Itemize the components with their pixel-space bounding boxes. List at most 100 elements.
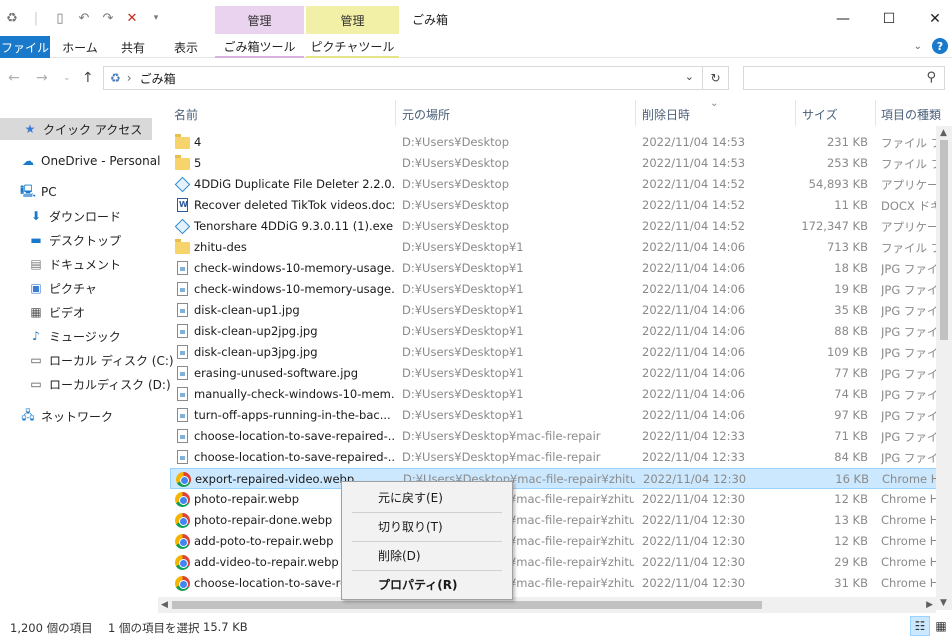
scroll-right-icon[interactable]: ▶ (926, 600, 933, 610)
column-location[interactable]: 元の場所 (402, 106, 450, 123)
table-row[interactable]: choose-location-to-save-repaired-... D:¥U… (170, 447, 952, 468)
nav-label: ネットワーク (41, 409, 114, 424)
table-row[interactable]: disk-clean-up1.jpg D:¥Users¥Desktop¥1 2022… (170, 300, 952, 321)
table-row[interactable]: photo-repair.webp D:¥Users¥Desktop¥mac-fi… (170, 489, 952, 510)
table-row[interactable]: choose-location-to-save-repaired-... D:¥U… (170, 426, 952, 447)
tab-home[interactable]: ホーム (56, 36, 104, 58)
nav-music[interactable]: ♪ ミュージック (0, 325, 121, 347)
table-row[interactable]: Tenorshare 4DDiG 9.3.0.11 (1).exe D:¥User… (170, 216, 952, 237)
refresh-button[interactable]: ↻ (703, 66, 729, 90)
file-size: 29 KB (834, 555, 868, 569)
column-divider[interactable] (395, 100, 396, 126)
file-size: 13 KB (834, 513, 868, 527)
table-row[interactable]: 4 D:¥Users¥Desktop 2022/11/04 14:53 231 KB フ… (170, 132, 952, 153)
minimize-button[interactable]: — (820, 6, 866, 32)
maximize-button[interactable]: ☐ (866, 6, 912, 32)
nav-videos[interactable]: ▦ ビデオ (0, 301, 85, 323)
vertical-scroll-thumb[interactable] (940, 140, 948, 340)
column-deleted[interactable]: 削除日時 (642, 106, 690, 123)
nav-onedrive[interactable]: ☁ OneDrive - Personal (0, 150, 160, 172)
menu-properties[interactable]: プロパティ(R) (344, 573, 510, 595)
file-deleted-date: 2022/11/04 12:30 (642, 513, 746, 527)
file-name: disk-clean-up1.jpg (194, 303, 300, 317)
delete-icon[interactable]: ✕ (124, 10, 140, 26)
breadcrumb-recycle-bin[interactable]: ごみ箱 (140, 70, 176, 87)
large-icons-view-icon[interactable]: ▦ (931, 616, 951, 636)
properties-icon[interactable]: ▯ (52, 10, 68, 26)
table-row[interactable]: choose-location-to-save-rep... D:¥Users¥D… (170, 573, 952, 594)
file-name: 5 (194, 156, 202, 170)
scroll-left-icon[interactable]: ◀ (161, 600, 168, 610)
horizontal-scroll-thumb[interactable] (172, 601, 762, 609)
column-divider[interactable] (795, 100, 796, 126)
horizontal-scrollbar[interactable]: ◀ ▶ (158, 597, 936, 613)
column-type[interactable]: 項目の種類 (881, 106, 941, 123)
tab-file[interactable]: ファイル (0, 36, 50, 58)
file-location: D:¥Users¥Desktop (402, 135, 509, 149)
file-name: zhitu-des (194, 240, 247, 254)
address-dropdown-icon[interactable]: ⌄ (685, 70, 694, 83)
table-row[interactable]: check-windows-10-memory-usage... D:¥Users… (170, 258, 952, 279)
column-divider[interactable] (875, 100, 876, 126)
column-divider[interactable] (635, 100, 636, 126)
up-icon[interactable]: ↑ (82, 70, 94, 86)
nav-desktop[interactable]: ▬ デスクトップ (0, 229, 121, 251)
back-icon[interactable]: ← (8, 70, 20, 86)
undo-icon[interactable]: ↶ (76, 10, 92, 26)
file-name: Recover deleted TikTok videos.docx (194, 198, 394, 212)
table-row[interactable]: Recover deleted TikTok videos.docx D:¥Use… (170, 195, 952, 216)
table-row[interactable]: photo-repair-done.webp D:¥Users¥Desktop¥m… (170, 510, 952, 531)
nav-pc[interactable]: 🖳 PC (0, 181, 57, 203)
nav-quick-access[interactable]: ★ クイック アクセス (0, 118, 152, 140)
file-size: 19 KB (834, 282, 868, 296)
scroll-down-icon[interactable]: ▼ (940, 598, 947, 608)
nav-network[interactable]: 🖧 ネットワーク (0, 405, 113, 427)
tab-recycle-bin-tools[interactable]: ごみ箱ツール (215, 36, 304, 58)
expand-ribbon-icon[interactable]: ⌄ (914, 41, 922, 52)
recent-locations-icon[interactable]: ⌄ (63, 73, 71, 83)
scroll-up-icon[interactable]: ▲ (940, 128, 947, 138)
docx-file-icon (177, 198, 188, 212)
menu-restore[interactable]: 元に戻す(E) (344, 486, 510, 508)
tab-view[interactable]: 表示 (162, 36, 210, 58)
vertical-scrollbar[interactable]: ▲ ▼ (936, 126, 952, 610)
address-bar[interactable]: ♻ › ごみ箱 ⌄ (103, 66, 703, 90)
table-row[interactable]: zhitu-des D:¥Users¥Desktop¥1 2022/11/04 14… (170, 237, 952, 258)
table-row[interactable]: disk-clean-up3jpg.jpg D:¥Users¥Desktop¥1 2… (170, 342, 952, 363)
jpg-file-icon (177, 261, 188, 275)
table-row[interactable]: add-video-to-repair.webp D:¥Users¥Desktop… (170, 552, 952, 573)
music-icon: ♪ (32, 329, 40, 343)
file-name: erasing-unused-software.jpg (194, 366, 358, 380)
tab-picture-tools[interactable]: ピクチャツール (306, 36, 399, 58)
customize-toolbar-icon[interactable]: ▾ (148, 10, 164, 26)
file-deleted-date: 2022/11/04 14:52 (642, 198, 746, 212)
menu-delete[interactable]: 削除(D) (344, 544, 510, 566)
nav-drive-c[interactable]: ▭ ローカル ディスク (C:) (0, 349, 173, 371)
nav-pictures[interactable]: ▣ ピクチャ (0, 277, 97, 299)
menu-cut[interactable]: 切り取り(T) (344, 515, 510, 537)
menu-separator (352, 541, 502, 542)
nav-downloads[interactable]: ⬇ ダウンロード (0, 205, 121, 227)
table-row[interactable]: export-repaired-video.webp D:¥Users¥Deskt… (170, 468, 952, 489)
nav-documents[interactable]: ▤ ドキュメント (0, 253, 121, 275)
column-name[interactable]: 名前 (174, 106, 198, 123)
file-size: 97 KB (834, 408, 868, 422)
search-input[interactable]: ⚲ (743, 66, 945, 90)
forward-icon[interactable]: → (36, 70, 48, 86)
table-row[interactable]: manually-check-windows-10-mem... D:¥Users… (170, 384, 952, 405)
table-row[interactable]: check-windows-10-memory-usage... D:¥Users… (170, 279, 952, 300)
close-button[interactable]: ✕ (912, 6, 952, 32)
table-row[interactable]: turn-off-apps-running-in-the-bac... D:¥Us… (170, 405, 952, 426)
download-icon: ⬇ (30, 209, 42, 223)
details-view-icon[interactable]: ☷ (910, 616, 930, 636)
redo-icon[interactable]: ↷ (100, 10, 116, 26)
tab-share[interactable]: 共有 (110, 36, 156, 58)
column-size[interactable]: サイズ (802, 106, 838, 123)
table-row[interactable]: disk-clean-up2jpg.jpg D:¥Users¥Desktop¥1 2… (170, 321, 952, 342)
table-row[interactable]: erasing-unused-software.jpg D:¥Users¥Desk… (170, 363, 952, 384)
table-row[interactable]: 4DDiG Duplicate File Deleter 2.2.0.6... D… (170, 174, 952, 195)
nav-drive-d[interactable]: ▭ ローカルディスク (D:) (0, 373, 170, 395)
table-row[interactable]: 5 D:¥Users¥Desktop 2022/11/04 14:53 253 KB フ… (170, 153, 952, 174)
help-icon[interactable]: ? (932, 38, 948, 54)
table-row[interactable]: add-poto-to-repair.webp D:¥Users¥Desktop¥… (170, 531, 952, 552)
